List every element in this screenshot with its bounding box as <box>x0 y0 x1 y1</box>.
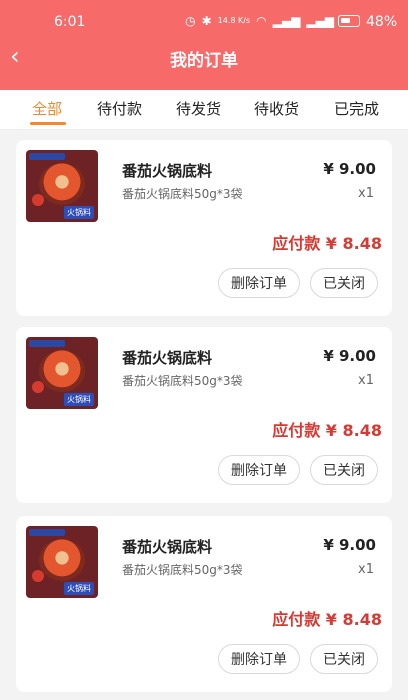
network-speed: 14.8 K/s <box>217 16 251 25</box>
amount-due: 应付款 ¥ 8.48 <box>272 610 382 629</box>
battery-percent: 48% <box>366 14 398 30</box>
closed-status-button[interactable]: 已关闭 <box>310 455 378 485</box>
product-image[interactable]: 火锅料 <box>26 337 98 409</box>
wifi-icon: ◠ <box>256 14 267 28</box>
status-bar: 6:01 ◷ ✱ 14.8 K/s ◠ ▂▄▆ ▂▄▆ 48% <box>0 0 408 40</box>
signal-icon-1: ▂▄▆ <box>272 14 301 28</box>
tab-pending-receipt[interactable]: 待收货 <box>254 98 299 119</box>
order-card[interactable]: 火锅料 番茄火锅底料 番茄火锅底料50g*3袋 ¥ 9.00 x1 应付款 ¥ … <box>16 516 392 692</box>
app-header: 6:01 ◷ ✱ 14.8 K/s ◠ ▂▄▆ ▂▄▆ 48% ‹ 我的订单 <box>0 0 408 90</box>
amount-due: 应付款 ¥ 8.48 <box>272 234 382 253</box>
delete-order-button[interactable]: 删除订单 <box>218 455 300 485</box>
page-title: 我的订单 <box>170 51 238 71</box>
battery-icon <box>338 15 360 27</box>
product-price: ¥ 9.00 <box>323 347 376 365</box>
product-quantity: x1 <box>358 186 374 201</box>
tab-completed[interactable]: 已完成 <box>334 98 379 119</box>
product-spec: 番茄火锅底料50g*3袋 <box>122 187 243 201</box>
product-image[interactable]: 火锅料 <box>26 526 98 598</box>
status-icons: ◷ ✱ 14.8 K/s ◠ ▂▄▆ ▂▄▆ <box>185 14 334 28</box>
tab-pending-payment[interactable]: 待付款 <box>97 98 142 119</box>
active-tab-indicator <box>30 122 66 125</box>
tab-pending-shipment[interactable]: 待发货 <box>176 98 221 119</box>
product-quantity: x1 <box>358 562 374 577</box>
product-spec: 番茄火锅底料50g*3袋 <box>122 374 243 388</box>
product-spec: 番茄火锅底料50g*3袋 <box>122 563 243 577</box>
bluetooth-icon: ✱ <box>201 14 212 28</box>
product-name: 番茄火锅底料 <box>122 162 213 180</box>
product-image[interactable]: 火锅料 <box>26 150 98 222</box>
product-name: 番茄火锅底料 <box>122 349 213 367</box>
product-quantity: x1 <box>358 373 374 388</box>
alarm-icon: ◷ <box>185 14 196 28</box>
order-card[interactable]: 火锅料 番茄火锅底料 番茄火锅底料50g*3袋 ¥ 9.00 x1 应付款 ¥ … <box>16 327 392 503</box>
closed-status-button[interactable]: 已关闭 <box>310 644 378 674</box>
closed-status-button[interactable]: 已关闭 <box>310 268 378 298</box>
delete-order-button[interactable]: 删除订单 <box>218 644 300 674</box>
amount-due: 应付款 ¥ 8.48 <box>272 421 382 440</box>
signal-icon-2: ▂▄▆ <box>306 14 334 28</box>
product-price: ¥ 9.00 <box>323 160 376 178</box>
order-card[interactable]: 火锅料 番茄火锅底料 番茄火锅底料50g*3袋 ¥ 9.00 x1 应付款 ¥ … <box>16 140 392 316</box>
tab-all[interactable]: 全部 <box>32 98 62 119</box>
product-name: 番茄火锅底料 <box>122 538 213 556</box>
delete-order-button[interactable]: 删除订单 <box>218 268 300 298</box>
status-time: 6:01 <box>54 14 86 30</box>
product-price: ¥ 9.00 <box>323 536 376 554</box>
